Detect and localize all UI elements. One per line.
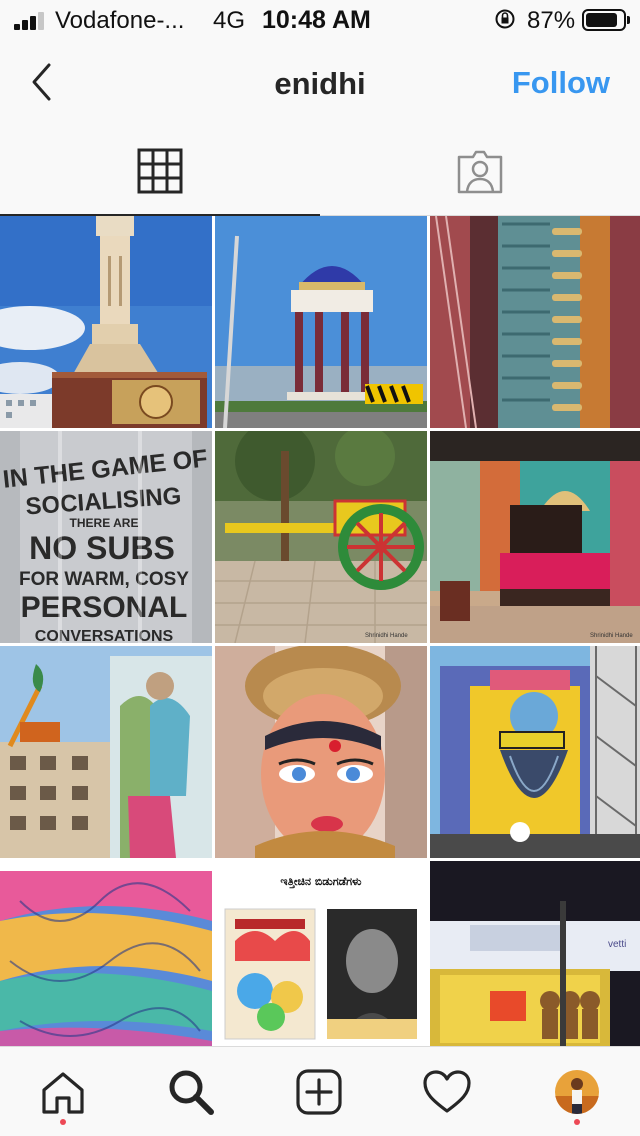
pavilion-image — [215, 216, 427, 428]
svg-text:FOR WARM, COSY: FOR WARM, COSY — [19, 569, 189, 590]
svg-text:Shrinidhi Hande: Shrinidhi Hande — [365, 633, 408, 639]
battery-icon — [582, 9, 630, 31]
profile-notification-dot — [574, 1119, 580, 1125]
post-thumbnail-cart[interactable]: Shrinidhi Hande — [215, 431, 427, 643]
carrier-name: Vodafone-... — [55, 7, 185, 34]
post-thumbnail-color-mural[interactable] — [0, 861, 212, 1073]
post-thumbnail-mural-crane[interactable] — [0, 646, 212, 858]
svg-text:NO SUBS: NO SUBS — [29, 530, 175, 566]
bullet-belts-image — [430, 216, 640, 428]
sign-text-image: IN THE GAME OF SOCIALISING THERE ARE NO … — [0, 431, 212, 643]
nav-search[interactable] — [164, 1065, 218, 1119]
bullock-cart-image: Shrinidhi Hande — [215, 431, 427, 643]
nav-profile[interactable] — [550, 1065, 604, 1119]
svg-text:ಇತ್ತೀಚಿನ ಬಿಡುಗಡೆಗಳು: ಇತ್ತೀಚಿನ ಬಿಡುಗಡೆಗಳು — [280, 875, 362, 889]
post-thumbnail-billboards[interactable]: vetti — [430, 861, 640, 1073]
post-thumbnail-clock-tower[interactable] — [0, 216, 212, 428]
nav-home[interactable] — [36, 1065, 90, 1119]
bedroom-image: Shrinidhi Hande — [430, 431, 640, 643]
svg-text:CONVERSATIONS: CONVERSATIONS — [35, 628, 174, 643]
post-thumbnail-books[interactable]: ಇತ್ತೀಚಿನ ಬಿಡುಗಡೆಗಳು — [215, 861, 427, 1073]
profile-avatar — [555, 1070, 599, 1114]
signal-icon — [14, 12, 48, 30]
post-thumbnail-bedroom[interactable]: Shrinidhi Hande — [430, 431, 640, 643]
orientation-lock-icon — [495, 9, 515, 29]
svg-text:THERE ARE: THERE ARE — [70, 516, 139, 530]
billboards-image: vetti — [430, 861, 640, 1073]
plus-square-icon — [296, 1069, 342, 1115]
grid-icon — [137, 148, 183, 194]
photo-grid: IN THE GAME OF SOCIALISING THERE ARE NO … — [0, 216, 640, 1073]
search-icon — [169, 1070, 214, 1115]
svg-text:PERSONAL: PERSONAL — [21, 591, 188, 624]
home-icon — [42, 1072, 84, 1114]
nav-activity[interactable] — [420, 1065, 474, 1119]
profile-header: enidhi Follow — [0, 40, 640, 128]
home-notification-dot — [60, 1119, 66, 1125]
post-thumbnail-doll[interactable] — [215, 646, 427, 858]
status-bar: Vodafone-... 4G 10:48 AM 87% — [0, 0, 640, 40]
network-type: 4G — [213, 7, 246, 34]
battery-percent: 87% — [527, 7, 576, 34]
color-mural-image — [0, 861, 212, 1073]
heart-icon — [423, 1070, 471, 1113]
status-time: 10:48 AM — [262, 6, 371, 34]
nav-new-post[interactable] — [292, 1065, 346, 1119]
book-covers-image: ಇತ್ತೀಚಿನ ಬಿಡುಗಡೆಗಳು — [215, 861, 427, 1073]
tab-grid[interactable] — [0, 128, 320, 216]
post-thumbnail-bearded-mural[interactable] — [430, 646, 640, 858]
post-thumbnail-pavilion[interactable] — [215, 216, 427, 428]
post-thumbnail-sign[interactable]: IN THE GAME OF SOCIALISING THERE ARE NO … — [0, 431, 212, 643]
mural-crane-image — [0, 646, 212, 858]
doll-face-image — [215, 646, 427, 858]
svg-text:Shrinidhi Hande: Shrinidhi Hande — [590, 633, 633, 639]
bearded-mural-image — [430, 646, 640, 858]
clock-tower-image — [0, 216, 212, 428]
profile-tabs — [0, 128, 640, 216]
battery-fill — [586, 13, 618, 27]
bottom-nav — [0, 1046, 640, 1136]
tagged-person-icon — [457, 150, 503, 193]
follow-button[interactable]: Follow — [512, 65, 610, 101]
tab-tagged[interactable] — [320, 128, 640, 216]
post-thumbnail-bullets[interactable] — [430, 216, 640, 428]
svg-text:vetti: vetti — [608, 939, 626, 950]
